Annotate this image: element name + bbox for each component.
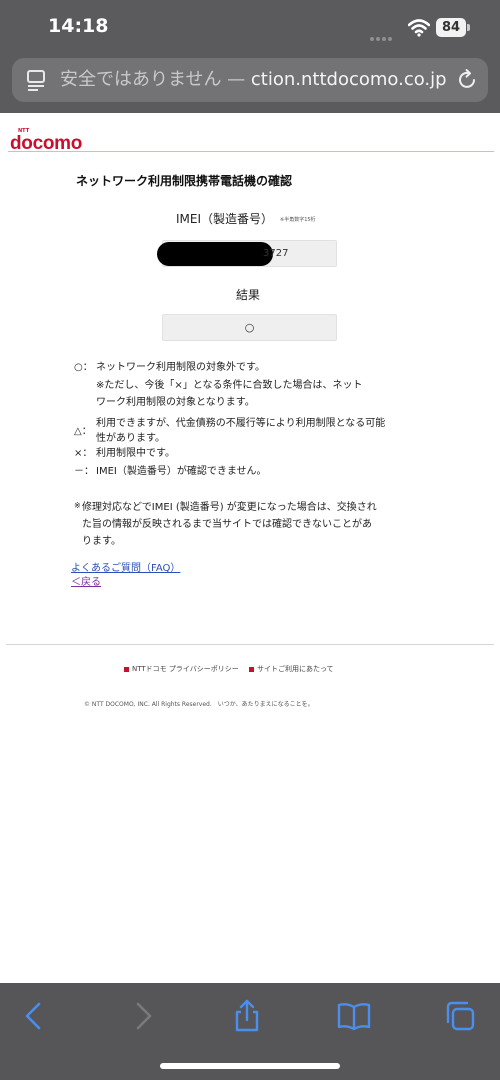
site-terms-link[interactable]: サイトご利用にあたって bbox=[257, 665, 334, 673]
copyright: © NTT DOCOMO, INC. All Rights Reserved. … bbox=[84, 701, 314, 708]
header-divider bbox=[8, 151, 494, 152]
result-label: 結果 bbox=[236, 288, 261, 302]
signal-dots-icon bbox=[370, 26, 402, 41]
battery-indicator: 84 bbox=[436, 18, 466, 37]
legend-text: 利用できますが、代金債務の不履行等により利用制限となる可能 bbox=[96, 418, 386, 429]
bullet-square-icon bbox=[248, 666, 254, 672]
note-text: た旨の情報が反映されるまで当サイトでは確認できないことがあ bbox=[82, 519, 372, 530]
legend-symbol: ○： bbox=[74, 362, 93, 373]
browser-top-bar: 14:18 84 安全ではありません — ction.nttdocomo.co.… bbox=[0, 0, 500, 113]
footer-links: NTTドコモ プライバシーポリシー サイトご利用にあたって bbox=[124, 664, 342, 674]
legend-item-unknown: －： IMEI（製造番号）が確認できません。 bbox=[74, 464, 434, 480]
imei-value: 3727 bbox=[263, 248, 289, 259]
note-mark: ※ bbox=[74, 501, 81, 510]
legend-item-warning: △： 利用できますが、代金債務の不履行等により利用制限となる可能 性があります。 bbox=[74, 416, 434, 448]
battery-tip bbox=[467, 24, 470, 31]
result-field: ○ bbox=[162, 314, 337, 341]
wifi-icon bbox=[408, 19, 430, 37]
footer-divider bbox=[6, 644, 494, 645]
forward-icon[interactable] bbox=[125, 998, 161, 1034]
legend-item-ok: ○： ネットワーク利用制限の対象外です。 ※ただし、今後「×」となる条件に合致し… bbox=[74, 360, 434, 410]
privacy-policy-link[interactable]: NTTドコモ プライバシーポリシー bbox=[132, 665, 239, 673]
legend-text: ネットワーク利用制限の対象外です。 bbox=[96, 362, 265, 373]
imei-field: 3727 bbox=[157, 240, 337, 267]
status-time: 14:18 bbox=[48, 15, 109, 37]
imei-redaction bbox=[157, 242, 273, 266]
legend-symbol: ×： bbox=[74, 448, 93, 459]
legend-text: 性があります。 bbox=[96, 433, 165, 444]
home-indicator bbox=[160, 1063, 340, 1069]
imei-change-note: ※ 修理対応などでIMEI (製造番号) が変更になった場合は、交換され た旨の… bbox=[74, 500, 434, 556]
note-text: ります。 bbox=[82, 536, 121, 547]
web-page: NTT docomo ネットワーク利用制限携帯電話機の確認 IMEI（製造番号）… bbox=[0, 113, 500, 983]
url-domain: ction.nttdocomo.co.jp bbox=[250, 69, 447, 90]
faq-link[interactable]: よくあるご質問（FAQ） bbox=[71, 559, 180, 574]
reload-icon[interactable] bbox=[455, 68, 479, 92]
bookmarks-icon[interactable] bbox=[336, 998, 372, 1034]
page-title: ネットワーク利用制限携帯電話機の確認 bbox=[76, 174, 293, 188]
share-icon[interactable] bbox=[229, 998, 265, 1034]
result-value: ○ bbox=[244, 321, 255, 334]
imei-label: IMEI（製造番号） bbox=[176, 212, 274, 226]
note-text: 修理対応などでIMEI (製造番号) が変更になった場合は、交換され bbox=[82, 502, 377, 513]
bullet-square-icon bbox=[124, 666, 129, 672]
back-icon[interactable] bbox=[16, 998, 52, 1034]
legend-text: 利用制限中です。 bbox=[96, 448, 175, 459]
not-secure-label: 安全ではありません — bbox=[60, 69, 251, 90]
legend-symbol: △： bbox=[74, 426, 92, 437]
legend-text: ワーク利用制限の対象となります。 bbox=[96, 397, 255, 408]
imei-note: ※半角数字15桁 bbox=[280, 217, 316, 223]
back-link[interactable]: ＜戻る bbox=[71, 573, 101, 588]
tabs-icon[interactable] bbox=[442, 998, 478, 1034]
address-bar[interactable]: 安全ではありません — ction.nttdocomo.co.jp bbox=[12, 58, 488, 102]
legend-item-restricted: ×： 利用制限中です。 bbox=[74, 446, 434, 462]
legend-symbol: －： bbox=[74, 466, 94, 477]
legend-text: ※ただし、今後「×」となる条件に合致した場合は、ネット bbox=[96, 380, 363, 391]
url-text[interactable]: 安全ではありません — ction.nttdocomo.co.jp bbox=[60, 58, 454, 102]
legend-text: IMEI（製造番号）が確認できません。 bbox=[96, 466, 267, 477]
page-menu-icon[interactable] bbox=[26, 69, 46, 91]
